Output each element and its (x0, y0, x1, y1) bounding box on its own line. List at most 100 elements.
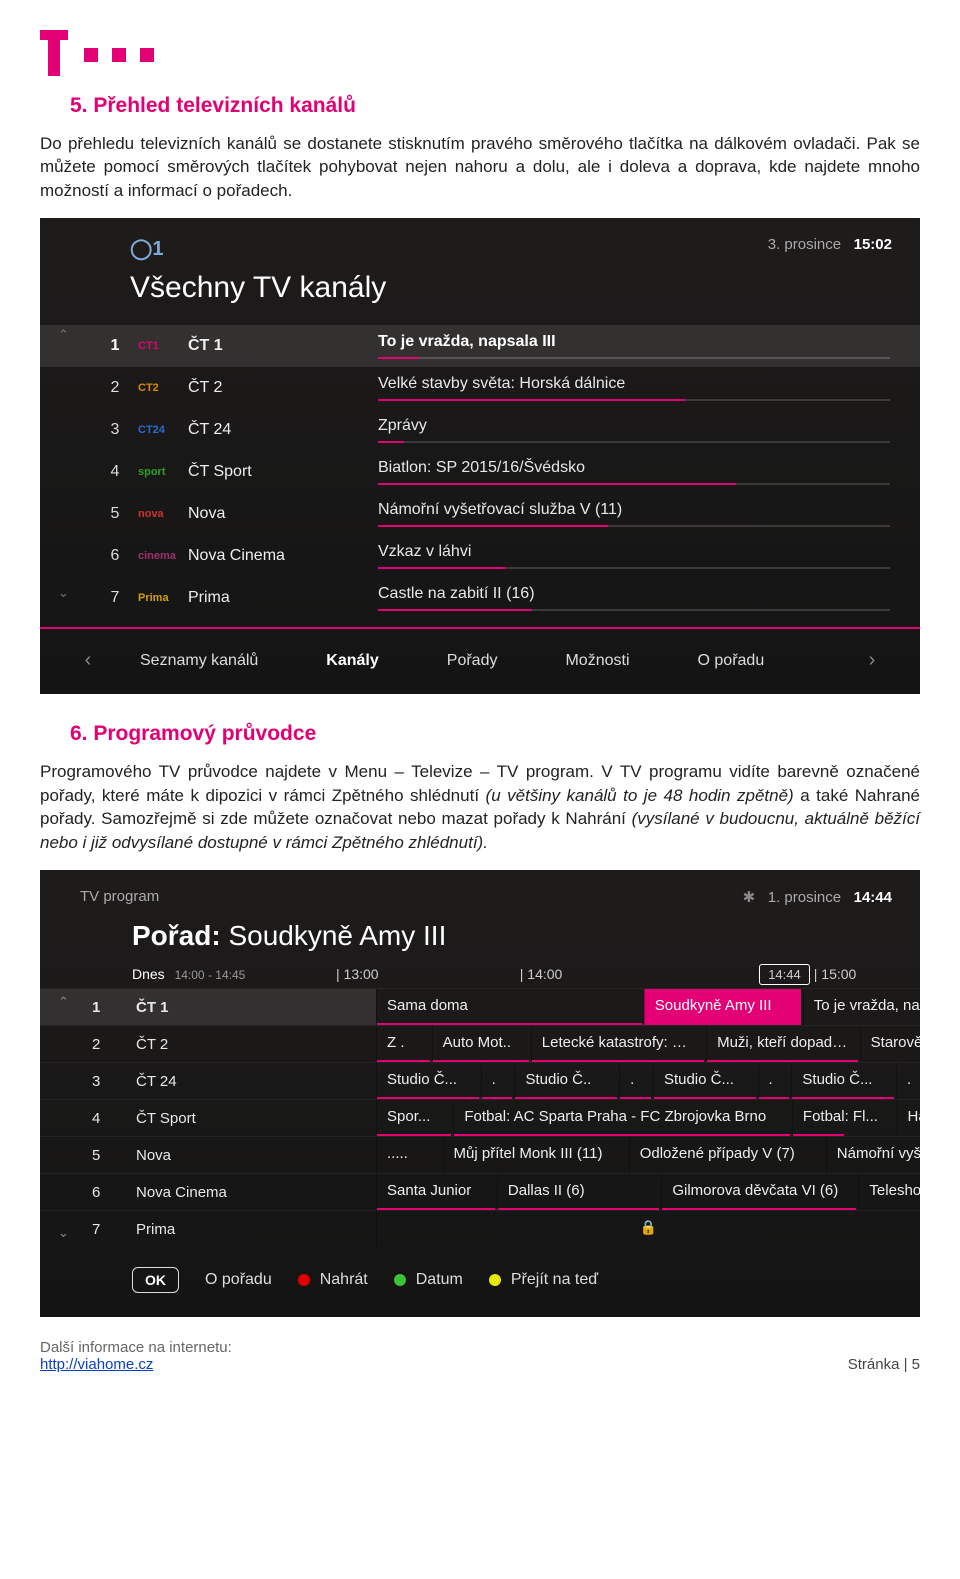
epg-program-cell[interactable]: . (619, 1063, 651, 1099)
epg-channel-label: 7Prima (40, 1211, 376, 1247)
epg-grid: ⌃ ⌄ 1ČT 1Sama domaSoudkyně Amy IIITo je … (40, 988, 920, 1247)
channel-row[interactable]: 4sportČT SportBiatlon: SP 2015/16/Švédsk… (40, 451, 920, 493)
epg-program-cell[interactable]: Starověký Řím: Vz (860, 1026, 920, 1062)
epg-program-cell[interactable]: Studio Č.. (514, 1063, 617, 1099)
epg-program-cell[interactable]: Letecké katastrofy: Smrtíc... (531, 1026, 704, 1062)
tv1-date: 3. prosince (768, 236, 841, 253)
channel-row[interactable]: 1CT1ČT 1To je vražda, napsala III (40, 325, 920, 367)
epg-program-cell[interactable]: Studio Č... (653, 1063, 756, 1099)
epg-row[interactable]: 6Nova CinemaSanta JuniorDallas II (6)Gil… (40, 1173, 920, 1210)
section-5-paragraph: Do přehledu televizních kanálů se dostan… (40, 132, 920, 202)
tv1-time: 15:02 (854, 236, 892, 253)
epg-row[interactable]: 5Nova.....Můj přítel Monk III (11)Odlože… (40, 1136, 920, 1173)
epg-program-cell[interactable]: To je vražda, napsal.. (803, 989, 920, 1025)
epg-program-cell[interactable]: Fotbal: Fl... (792, 1100, 895, 1136)
channel-row[interactable]: 6cinemaNova CinemaVzkaz v láhvi (40, 535, 920, 577)
action-datum[interactable]: Datum (394, 1271, 463, 1289)
tv2-time: 14:44 (854, 889, 892, 906)
epg-program-cell[interactable]: Santa Junior (376, 1174, 495, 1210)
epg-program-cell[interactable]: Muži, kteří dopadli B... (706, 1026, 858, 1062)
epg-row[interactable]: 1ČT 1Sama domaSoudkyně Amy IIITo je vraž… (40, 988, 920, 1025)
epg-channel-label: 5Nova (40, 1137, 376, 1173)
channel-logo: nova (138, 508, 188, 520)
tab-porady[interactable]: Pořady (413, 652, 532, 670)
epg-scroll-up-icon[interactable]: ⌃ (58, 994, 69, 1010)
footer-label: Další informace na internetu: (40, 1339, 232, 1356)
channel-name: ČT 1 (188, 337, 378, 355)
epg-program-cell[interactable]: . (758, 1063, 790, 1099)
loading-spinner-icon: ✱ (743, 889, 756, 906)
footer-link[interactable]: http://viahome.cz (40, 1356, 153, 1373)
channel-row[interactable]: 7PrimaPrimaCastle na zabití II (16) (40, 577, 920, 619)
scroll-down-icon[interactable]: ⌄ (58, 585, 69, 601)
epg-program-cell[interactable]: Můj přítel Monk III (11) (443, 1137, 627, 1173)
channel-number: 2 (92, 379, 138, 397)
epg-channel-label: 2ČT 2 (40, 1026, 376, 1062)
tab-kanaly[interactable]: Kanály (292, 652, 412, 670)
epg-program-cell[interactable]: Námořní vyšetřovací slu (826, 1137, 920, 1173)
section-5-heading: 5. Přehled televizních kanálů (70, 94, 920, 118)
current-program: Vzkaz v láhvi (378, 543, 920, 569)
timeline-now-marker: 14:44 (759, 964, 810, 985)
channel-name: ČT 2 (188, 379, 378, 397)
channel-logo: Prima (138, 592, 188, 604)
channel-logo: cinema (138, 550, 188, 562)
channel-logo: CT1 (138, 340, 188, 352)
tab-moznosti[interactable]: Možnosti (531, 652, 663, 670)
epg-program-cell[interactable]: Z . (376, 1026, 430, 1062)
epg-program-cell[interactable]: Odložené případy V (7) (629, 1137, 824, 1173)
channel-name: Nova Cinema (188, 547, 378, 565)
epg-row[interactable]: 2ČT 2Z .Auto Mot..Letecké katastrofy: Sm… (40, 1025, 920, 1062)
tv2-date: 1. prosince (768, 889, 841, 906)
epg-program-cell[interactable]: Auto Mot.. (432, 1026, 529, 1062)
epg-scroll-down-icon[interactable]: ⌄ (58, 1225, 69, 1241)
epg-program-cell[interactable]: Studio Č... (376, 1063, 479, 1099)
current-program: Velké stavby světa: Horská dálnice (378, 375, 920, 401)
epg-program-cell[interactable]: ..... (376, 1137, 441, 1173)
tab-seznamy-kanalu[interactable]: Seznamy kanálů (106, 652, 292, 670)
channel-number: 5 (92, 505, 138, 523)
page-number: Stránka | 5 (848, 1356, 920, 1373)
timeline-day-range: 14:00 - 14:45 (175, 968, 246, 982)
epg-program-cell[interactable]: Gilmorova děvčata VI (6) (661, 1174, 856, 1210)
epg-program-cell[interactable]: Studio Č... (791, 1063, 894, 1099)
channel-number: 7 (92, 589, 138, 607)
epg-program-cell[interactable]: Havajský (897, 1100, 921, 1136)
epg-row[interactable]: 3ČT 24Studio Č....Studio Č...Studio Č...… (40, 1062, 920, 1099)
scroll-up-icon[interactable]: ⌃ (58, 327, 69, 343)
channel-logo: sport (138, 466, 188, 478)
epg-row[interactable]: 4ČT SportSpor...Fotbal: AC Sparta Praha … (40, 1099, 920, 1136)
channel-logo: CT2 (138, 382, 188, 394)
channel-row[interactable]: 2CT2ČT 2Velké stavby světa: Horská dálni… (40, 367, 920, 409)
tv2-breadcrumb: TV program (80, 888, 159, 906)
lock-icon: 🔒 (376, 1211, 920, 1247)
epg-program-cell[interactable]: Dallas II (6) (497, 1174, 659, 1210)
channel-number: 4 (92, 463, 138, 481)
timeline-tick-1500: | 15:00 (810, 966, 857, 982)
epg-row[interactable]: 7Prima🔒 (40, 1210, 920, 1247)
tabs-left-arrow-icon[interactable]: ‹ (70, 649, 106, 672)
epg-program-cell[interactable]: . (481, 1063, 513, 1099)
epg-program-cell[interactable]: Fotbal: AC Sparta Praha - FC Zbrojovka B… (453, 1100, 790, 1136)
epg-program-cell[interactable]: Sama doma (376, 989, 642, 1025)
action-nahrat[interactable]: Nahrát (298, 1271, 368, 1289)
channel-number: 3 (92, 421, 138, 439)
section-6-paragraph: Programového TV průvodce najdete v Menu … (40, 760, 920, 854)
epg-program-cell[interactable]: Teleshop.. (858, 1174, 920, 1210)
tabs-right-arrow-icon[interactable]: › (854, 649, 890, 672)
ok-button[interactable]: OK (132, 1267, 179, 1293)
tv-epg-screenshot: TV program ✱ 1. prosince 14:44 Pořad: So… (40, 870, 920, 1317)
action-prejit-ted[interactable]: Přejít na teď (489, 1271, 598, 1289)
action-o-poradu[interactable]: O pořadu (205, 1271, 272, 1289)
epg-program-cell[interactable]: Spor... (376, 1100, 451, 1136)
channel-logo: CT24 (138, 424, 188, 436)
t-mobile-logo (40, 30, 920, 76)
channel-row[interactable]: 5novaNovaNámořní vyšetřovací služba V (1… (40, 493, 920, 535)
epg-program-cell[interactable]: . (896, 1063, 920, 1099)
current-program: Námořní vyšetřovací služba V (11) (378, 501, 920, 527)
tab-o-poradu[interactable]: O pořadu (664, 652, 799, 670)
channel-row[interactable]: 3CT24ČT 24Zprávy (40, 409, 920, 451)
epg-program-cell[interactable]: Soudkyně Amy III (644, 989, 801, 1025)
timeline-tick-1300: | 13:00 (332, 966, 379, 982)
current-program: Biatlon: SP 2015/16/Švédsko (378, 459, 920, 485)
